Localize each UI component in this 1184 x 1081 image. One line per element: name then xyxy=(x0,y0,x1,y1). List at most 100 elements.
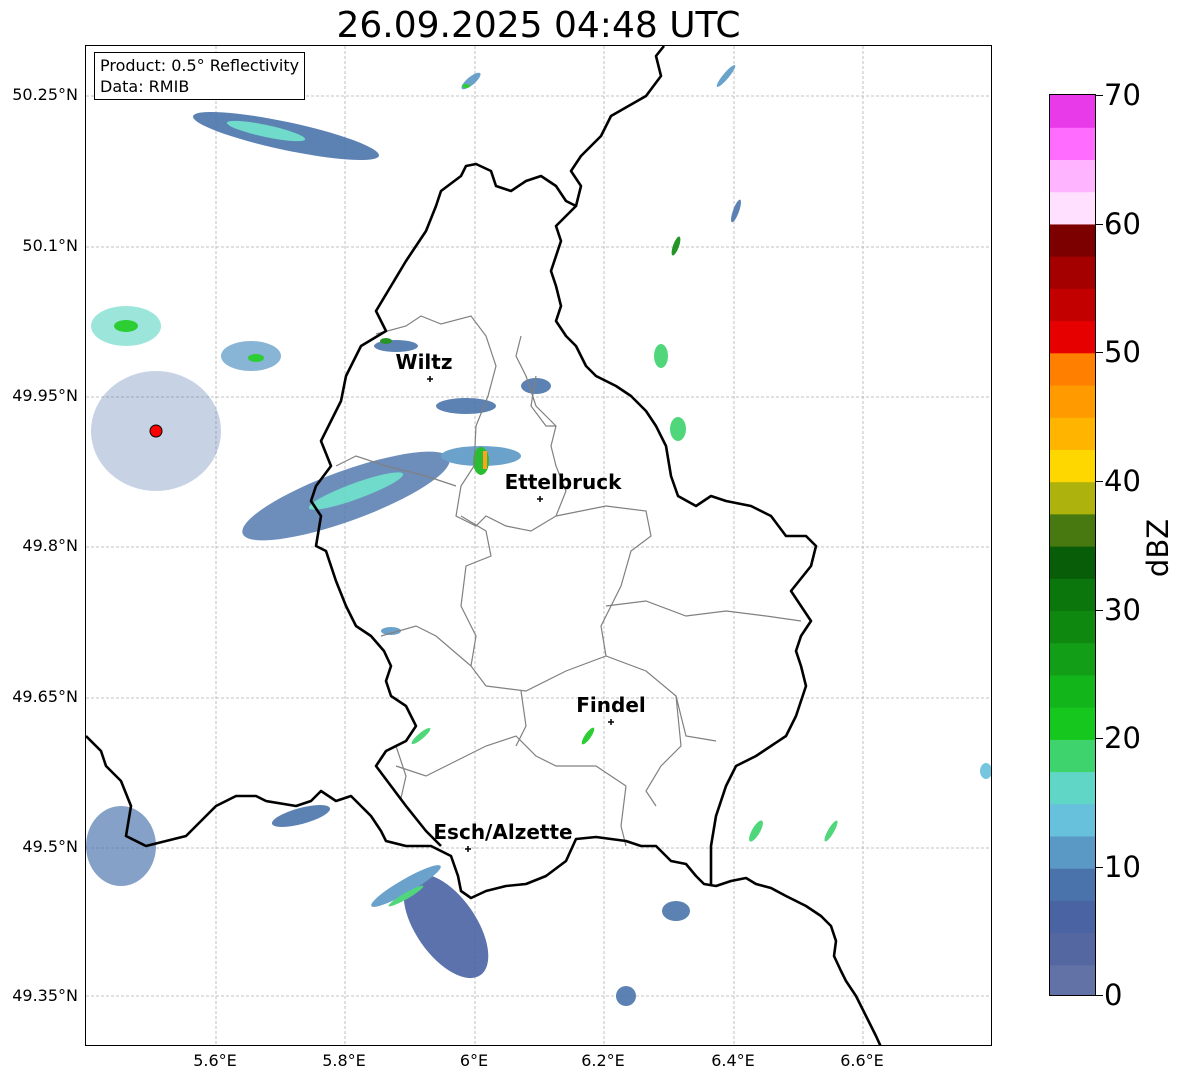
city-marker-findel xyxy=(608,719,614,725)
colorbar-segment xyxy=(1050,739,1095,773)
colorbar-tick-mark xyxy=(1096,738,1103,739)
echo-se-1 xyxy=(662,901,690,921)
colorbar-segment xyxy=(1050,449,1095,483)
colorbar-label: dBZ xyxy=(1141,518,1175,578)
lon-label-6-6: 6.6°E xyxy=(840,1051,884,1070)
product-info-box: Product: 0.5° Reflectivity Data: RMIB xyxy=(94,52,306,100)
city-label-ettelbruck: Ettelbruck xyxy=(504,470,622,494)
colorbar-segment xyxy=(1050,417,1095,450)
colorbar-segment xyxy=(1050,868,1095,901)
colorbar xyxy=(1049,94,1096,996)
lat-label-49-8: 49.8°N xyxy=(22,536,78,555)
colorbar-segment xyxy=(1050,803,1095,837)
city-marker-wiltz xyxy=(427,376,433,382)
colorbar-tick-mark xyxy=(1096,995,1103,996)
colorbar-tick-60: 60 xyxy=(1104,207,1141,241)
colorbar-segment xyxy=(1050,384,1095,418)
colorbar-segment xyxy=(1050,288,1095,322)
echo-east-3 xyxy=(654,344,668,368)
canton-boundary-4 xyxy=(380,625,472,667)
city-label-wiltz: Wiltz xyxy=(395,350,453,374)
colorbar-tick-mark xyxy=(1096,481,1103,482)
colorbar-segment xyxy=(1050,320,1095,354)
colorbar-segment xyxy=(1050,223,1095,257)
colorbar-segment xyxy=(1050,513,1095,547)
city-label-findel: Findel xyxy=(576,693,646,717)
border-east xyxy=(549,46,818,884)
echo-west-1-core xyxy=(114,320,138,332)
colorbar-segment xyxy=(1050,771,1095,805)
colorbar-segment xyxy=(1050,610,1095,644)
colorbar-tick-mark xyxy=(1096,224,1103,225)
product-info: Product: 0.5° Reflectivity xyxy=(100,56,300,75)
canton-boundary-10 xyxy=(645,695,682,807)
canton-boundary-7 xyxy=(395,735,627,787)
lat-label-49-65: 49.65°N xyxy=(12,687,78,706)
lat-label-50-1: 50.1°N xyxy=(22,236,78,255)
colorbar-tick-mark xyxy=(1096,352,1103,353)
echo-west-2-core xyxy=(248,354,264,362)
colorbar-svg xyxy=(1050,95,1095,995)
colorbar-segment xyxy=(1050,964,1095,995)
colorbar-segment xyxy=(1050,546,1095,579)
canton-boundaries xyxy=(335,315,802,847)
echo-se-3 xyxy=(749,820,763,842)
echo-se-4 xyxy=(824,820,838,842)
echo-center-2 xyxy=(436,398,496,414)
colorbar-tick-mark xyxy=(1096,610,1103,611)
echo-north-1-core xyxy=(462,84,470,88)
colorbar-segment xyxy=(1050,932,1095,966)
radar-site-marker[interactable] xyxy=(149,424,163,438)
colorbar-tick-0: 0 xyxy=(1104,978,1123,1012)
colorbar-tick-mark xyxy=(1096,867,1103,868)
city-marker-esch xyxy=(465,846,471,852)
colorbar-tick-20: 20 xyxy=(1104,721,1141,755)
echo-center-3-core xyxy=(380,338,392,344)
colorbar-segment xyxy=(1050,835,1095,869)
border-south xyxy=(86,735,882,1045)
city-marker-ettelbruck xyxy=(537,496,543,502)
colorbar-segment xyxy=(1050,674,1095,708)
echo-north-1 xyxy=(461,72,481,90)
echo-east-4 xyxy=(670,417,686,441)
colorbar-segment xyxy=(1050,159,1095,193)
lon-label-6: 6°E xyxy=(459,1051,489,1070)
radar-map-svg xyxy=(86,46,991,1045)
radar-echoes xyxy=(86,65,991,1006)
colorbar-segment xyxy=(1050,900,1095,934)
colorbar-tick-30: 30 xyxy=(1104,593,1141,627)
city-markers xyxy=(427,376,614,852)
echo-findel xyxy=(581,727,595,745)
lat-label-49-35: 49.35°N xyxy=(12,986,78,1005)
lon-label-6-4: 6.4°E xyxy=(711,1051,755,1070)
colorbar-tick-70: 70 xyxy=(1104,78,1141,112)
colorbar-segment xyxy=(1050,191,1095,225)
lon-label-6-2: 6.2°E xyxy=(581,1051,625,1070)
colorbar-tick-10: 10 xyxy=(1104,850,1141,884)
echo-center-1-peak xyxy=(483,451,487,469)
colorbar-segment xyxy=(1050,127,1095,161)
colorbar-segment xyxy=(1050,578,1095,612)
colorbar-tick-mark xyxy=(1096,95,1103,96)
map-title: 26.09.2025 04:48 UTC xyxy=(336,5,741,46)
radar-map[interactable] xyxy=(85,45,992,1046)
lon-label-5-6: 5.6°E xyxy=(193,1051,237,1070)
lat-label-49-95: 49.95°N xyxy=(12,386,78,405)
canton-boundary-3 xyxy=(555,505,652,657)
lat-label-49-5: 49.5°N xyxy=(22,837,78,856)
lon-label-5-8: 5.8°E xyxy=(322,1051,366,1070)
data-source-info: Data: RMIB xyxy=(100,77,190,96)
echo-center-4 xyxy=(521,378,551,394)
colorbar-segment xyxy=(1050,256,1095,289)
colorbar-segment xyxy=(1050,352,1095,386)
canton-boundary-12 xyxy=(395,745,407,799)
echo-east-1 xyxy=(671,236,681,256)
colorbar-segment xyxy=(1050,481,1095,515)
echo-east-2 xyxy=(731,199,741,223)
echo-e-edge xyxy=(980,763,991,779)
colorbar-tick-40: 40 xyxy=(1104,464,1141,498)
colorbar-segment xyxy=(1050,707,1095,740)
city-label-esch-alzette: Esch/Alzette xyxy=(433,820,573,844)
colorbar-segment xyxy=(1050,642,1095,676)
colorbar-segment xyxy=(1050,95,1095,128)
